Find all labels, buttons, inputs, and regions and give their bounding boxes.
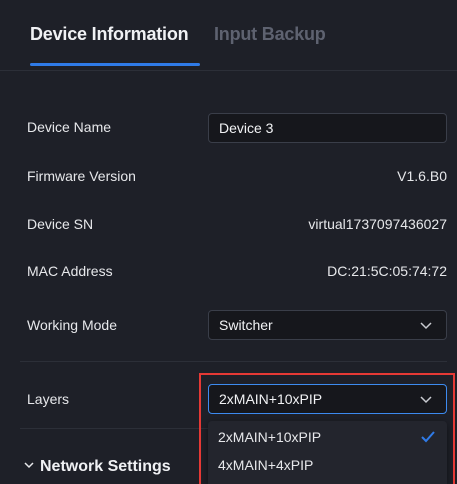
tab-device-information[interactable]: Device Information bbox=[30, 24, 189, 45]
working-mode-label: Working Mode bbox=[27, 317, 118, 333]
network-settings-label: Network Settings bbox=[40, 458, 171, 475]
tabs-divider bbox=[0, 70, 457, 71]
firmware-version-value: V1.6.B0 bbox=[397, 168, 447, 184]
section-divider bbox=[20, 361, 447, 362]
layers-select[interactable]: 2xMAIN+10xPIP bbox=[208, 384, 447, 414]
firmware-version-label: Firmware Version bbox=[27, 168, 136, 184]
chevron-down-icon bbox=[420, 396, 432, 404]
tab-bar: Device Information Input Backup bbox=[0, 0, 457, 71]
layers-label: Layers bbox=[27, 391, 70, 407]
mac-address-value: DC:21:5C:05:74:72 bbox=[327, 263, 447, 279]
device-name-input[interactable]: Device 3 bbox=[208, 113, 447, 143]
layers-option-label: 2xMAIN+10xPIP bbox=[218, 429, 322, 445]
device-sn-value: virtual1737097436027 bbox=[308, 216, 447, 232]
layers-option-label: 4xMAIN+4xPIP bbox=[218, 457, 314, 473]
active-tab-indicator bbox=[30, 63, 200, 66]
tab-input-backup[interactable]: Input Backup bbox=[214, 24, 326, 45]
chevron-down-icon bbox=[420, 322, 432, 330]
working-mode-value: Switcher bbox=[219, 317, 273, 333]
device-name-label: Device Name bbox=[27, 119, 112, 135]
chevron-down-icon bbox=[24, 462, 34, 469]
working-mode-select[interactable]: Switcher bbox=[208, 310, 447, 340]
checkmark-icon bbox=[421, 431, 435, 443]
device-panel: Device Information Input Backup Device N… bbox=[0, 0, 457, 484]
layers-dropdown: 2xMAIN+10xPIP 4xMAIN+4xPIP bbox=[208, 421, 447, 484]
layers-value: 2xMAIN+10xPIP bbox=[219, 391, 323, 407]
network-settings-toggle[interactable]: Network Settings bbox=[24, 458, 171, 476]
device-sn-label: Device SN bbox=[27, 216, 94, 232]
layers-option[interactable]: 4xMAIN+4xPIP bbox=[208, 451, 447, 479]
mac-address-label: MAC Address bbox=[27, 263, 113, 279]
layers-option[interactable]: 2xMAIN+10xPIP bbox=[208, 423, 447, 451]
